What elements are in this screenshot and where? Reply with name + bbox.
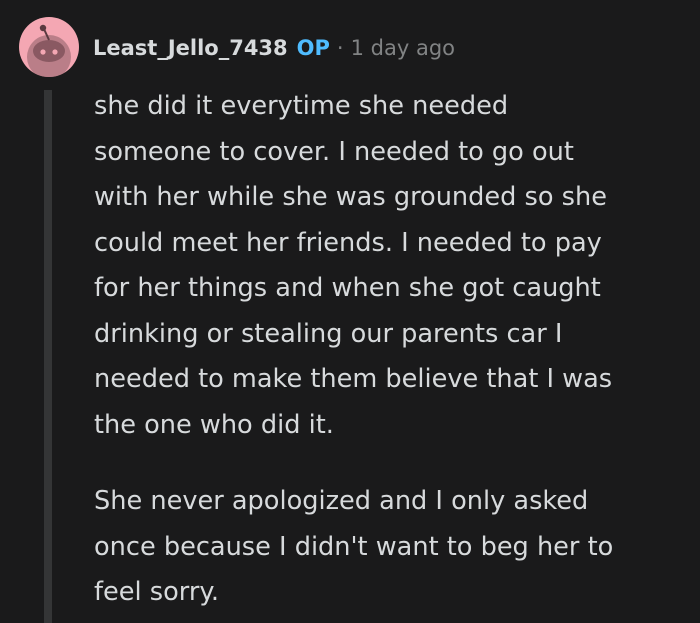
author-username[interactable]: Least_Jello_7438 (93, 36, 288, 60)
op-badge: OP (296, 36, 330, 60)
comment-timestamp[interactable]: 1 day ago (351, 36, 455, 60)
comment-paragraph: she did it everytime she needed someone … (94, 91, 613, 440)
comment-paragraph: She never apologized and I only asked on… (94, 486, 614, 607)
meta-separator: · (336, 36, 344, 60)
thread-collapse-line[interactable] (44, 90, 52, 623)
comment-meta: Least_Jello_7438 OP · 1 day ago (93, 31, 455, 65)
user-avatar[interactable] (19, 17, 79, 77)
snoo-avatar-icon (27, 24, 71, 77)
comment-body: she did it everytime she needed someone … (94, 84, 684, 616)
comment: Least_Jello_7438 OP · 1 day ago she did … (0, 0, 700, 623)
